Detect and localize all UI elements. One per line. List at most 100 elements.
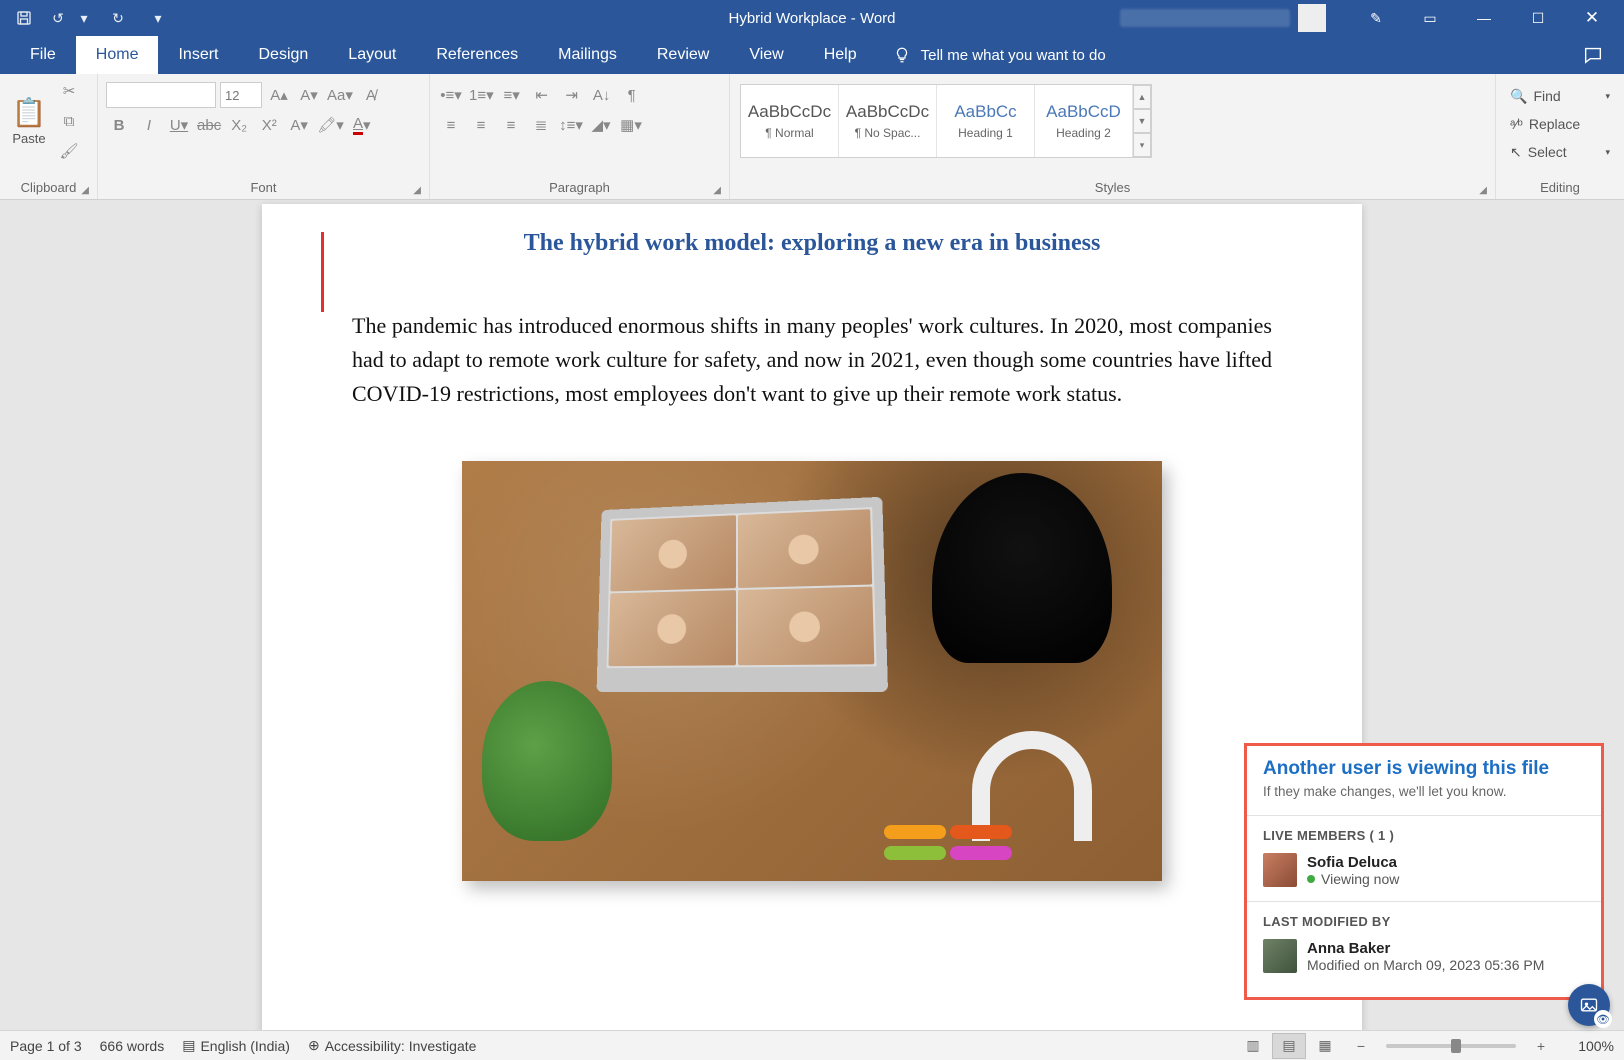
tab-file[interactable]: File — [10, 36, 76, 74]
image-markers — [882, 823, 1022, 851]
align-left-icon[interactable]: ≡ — [438, 112, 464, 138]
bullets-icon[interactable]: •≡▾ — [438, 82, 464, 108]
ribbon-display-icon[interactable]: ▭ — [1406, 0, 1454, 36]
language-indicator[interactable]: ▤English (India) — [182, 1037, 290, 1054]
tab-home[interactable]: Home — [76, 36, 159, 74]
close-button[interactable]: ✕ — [1568, 0, 1616, 36]
group-label: Font — [250, 180, 276, 195]
borders-icon[interactable]: ▦▾ — [618, 112, 644, 138]
scroll-down-icon[interactable]: ▼ — [1133, 109, 1151, 133]
tab-view[interactable]: View — [729, 36, 803, 74]
styles-gallery[interactable]: AaBbCcDc¶ Normal AaBbCcDc¶ No Spac... Aa… — [740, 84, 1152, 158]
italic-button[interactable]: I — [136, 112, 162, 138]
document-image[interactable] — [462, 461, 1162, 881]
tab-help[interactable]: Help — [804, 36, 877, 74]
tab-design[interactable]: Design — [238, 36, 328, 74]
undo-dropdown-icon[interactable]: ▾ — [74, 8, 94, 28]
page-indicator[interactable]: Page 1 of 3 — [10, 1038, 82, 1054]
dialog-launcher-icon[interactable]: ◢ — [1479, 185, 1487, 196]
text-effects-icon[interactable]: A▾ — [286, 112, 312, 138]
member-status: Viewing now — [1307, 871, 1399, 887]
font-color-icon[interactable]: A▾ — [349, 112, 375, 138]
dialog-launcher-icon[interactable]: ◢ — [81, 185, 89, 196]
underline-button[interactable]: U▾ — [166, 112, 192, 138]
live-member-row[interactable]: Sofia Deluca Viewing now — [1263, 853, 1585, 887]
minimize-button[interactable]: — — [1460, 0, 1508, 36]
dialog-launcher-icon[interactable]: ◢ — [413, 185, 421, 196]
gallery-scroll[interactable]: ▲▼▾ — [1133, 85, 1151, 157]
zoom-slider[interactable] — [1386, 1044, 1516, 1048]
copy-icon[interactable]: ⧉ — [56, 108, 82, 134]
sort-icon[interactable]: A↓ — [589, 82, 615, 108]
tab-review[interactable]: Review — [637, 36, 729, 74]
clear-format-icon[interactable]: A̸ — [358, 82, 384, 108]
qat-customize-icon[interactable]: ▾ — [148, 8, 168, 28]
align-right-icon[interactable]: ≡ — [498, 112, 524, 138]
save-icon[interactable] — [14, 8, 34, 28]
find-button[interactable]: 🔍Find▾ — [1504, 84, 1616, 108]
modified-member-row[interactable]: Anna Baker Modified on March 09, 2023 05… — [1263, 939, 1585, 973]
zoom-level[interactable]: 100% — [1560, 1038, 1614, 1054]
ink-icon[interactable]: ✎ — [1352, 0, 1400, 36]
multilevel-icon[interactable]: ≡▾ — [499, 82, 525, 108]
document-heading: The hybrid work model: exploring a new e… — [352, 230, 1272, 257]
cut-icon[interactable]: ✂ — [56, 78, 82, 104]
style-heading2[interactable]: AaBbCcDHeading 2 — [1035, 85, 1133, 157]
font-size-combo[interactable] — [220, 82, 262, 108]
slider-thumb[interactable] — [1451, 1039, 1461, 1053]
tab-layout[interactable]: Layout — [328, 36, 416, 74]
style-normal[interactable]: AaBbCcDc¶ Normal — [741, 85, 839, 157]
grow-font-icon[interactable]: A▴ — [266, 82, 292, 108]
group-paragraph: •≡▾ 1≡▾ ≡▾ ⇤ ⇥ A↓ ¶ ≡ ≡ ≡ ≣ ↕≡▾ ◢▾ ▦▾ Pa… — [430, 74, 730, 199]
read-mode-icon[interactable]: ▥ — [1236, 1033, 1270, 1059]
redo-icon[interactable]: ↻ — [108, 8, 128, 28]
maximize-button[interactable]: ☐ — [1514, 0, 1562, 36]
presence-fab[interactable]: 👁 — [1568, 984, 1610, 1026]
cursor-icon: ↖ — [1510, 144, 1522, 161]
numbering-icon[interactable]: 1≡▾ — [468, 82, 495, 108]
justify-icon[interactable]: ≣ — [528, 112, 554, 138]
highlight-icon[interactable]: 🖍▾ — [316, 112, 345, 138]
zoom-out-button[interactable]: − — [1344, 1033, 1378, 1059]
undo-icon[interactable]: ↺ — [48, 8, 68, 28]
comments-button[interactable] — [1562, 36, 1624, 74]
tab-mailings[interactable]: Mailings — [538, 36, 637, 74]
align-center-icon[interactable]: ≡ — [468, 112, 494, 138]
replace-button[interactable]: ᵃ⁄ᵇReplace — [1504, 112, 1616, 136]
format-painter-icon[interactable]: 🖌 — [56, 138, 82, 164]
status-bar: Page 1 of 3 666 words ▤English (India) ⊕… — [0, 1030, 1624, 1060]
style-no-spacing[interactable]: AaBbCcDc¶ No Spac... — [839, 85, 937, 157]
word-count[interactable]: 666 words — [100, 1038, 165, 1054]
accessibility-indicator[interactable]: ⊕Accessibility: Investigate — [308, 1037, 476, 1054]
font-name-combo[interactable] — [106, 82, 216, 108]
change-case-icon[interactable]: Aa▾ — [326, 82, 354, 108]
paste-button[interactable]: 📋 Paste — [6, 82, 52, 160]
document-paragraph: The pandemic has introduced enormous shi… — [352, 309, 1272, 411]
select-button[interactable]: ↖Select▾ — [1504, 140, 1616, 164]
tab-insert[interactable]: Insert — [158, 36, 238, 74]
scroll-up-icon[interactable]: ▲ — [1133, 85, 1151, 109]
tab-references[interactable]: References — [416, 36, 538, 74]
subscript-button[interactable]: X₂ — [226, 112, 252, 138]
strike-button[interactable]: abc — [196, 112, 222, 138]
clipboard-icon: 📋 — [12, 96, 47, 129]
line-spacing-icon[interactable]: ↕≡▾ — [558, 112, 584, 138]
web-layout-icon[interactable]: ▦ — [1308, 1033, 1342, 1059]
show-marks-icon[interactable]: ¶ — [619, 82, 645, 108]
group-label: Clipboard — [21, 180, 77, 195]
increase-indent-icon[interactable]: ⇥ — [559, 82, 585, 108]
print-layout-icon[interactable]: ▤ — [1272, 1033, 1306, 1059]
window-controls: ✎ ▭ — ☐ ✕ — [1120, 0, 1624, 36]
style-heading1[interactable]: AaBbCcHeading 1 — [937, 85, 1035, 157]
shading-icon[interactable]: ◢▾ — [588, 112, 614, 138]
dialog-launcher-icon[interactable]: ◢ — [713, 185, 721, 196]
tell-me-search[interactable]: Tell me what you want to do — [877, 36, 1106, 74]
bold-button[interactable]: B — [106, 112, 132, 138]
gallery-more-icon[interactable]: ▾ — [1133, 133, 1151, 157]
superscript-button[interactable]: X² — [256, 112, 282, 138]
decrease-indent-icon[interactable]: ⇤ — [529, 82, 555, 108]
shrink-font-icon[interactable]: A▾ — [296, 82, 322, 108]
account-area[interactable] — [1120, 4, 1326, 32]
group-font: A▴ A▾ Aa▾ A̸ B I U▾ abc X₂ X² A▾ 🖍▾ A▾ F… — [98, 74, 430, 199]
zoom-in-button[interactable]: + — [1524, 1033, 1558, 1059]
